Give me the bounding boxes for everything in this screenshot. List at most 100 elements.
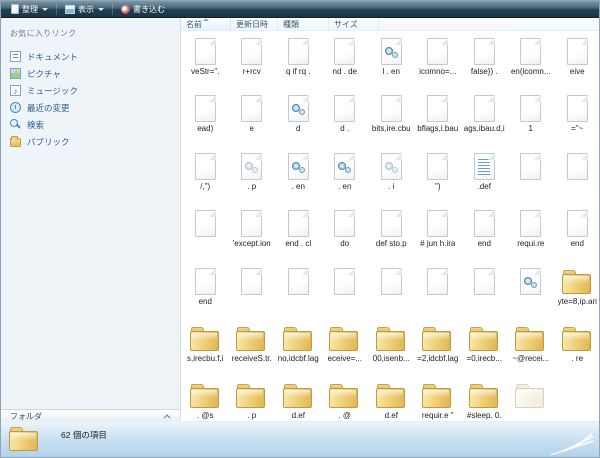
file-item[interactable]: end . cl [275,204,322,261]
burn-label: 書き込む [133,4,165,15]
file-item[interactable]: receiveS.tr. [229,319,276,376]
file-item[interactable]: bflags,i.bau [415,89,462,146]
file-item[interactable]: end [182,262,229,319]
file-item[interactable]: yte=8,ip.ari [554,262,599,319]
document-icon [381,95,402,122]
gear-file-icon [334,153,355,180]
document-icon [474,210,495,237]
sidebar-item-music[interactable]: ♪ミュージック [1,82,180,99]
document-icon [474,95,495,122]
file-item[interactable]: . p [229,376,276,421]
file-item[interactable]: icomno=... [415,32,462,89]
file-item[interactable]: s,irecbu.f,i [182,319,229,376]
file-item[interactable]: false}) . [461,32,508,89]
file-item[interactable]: nd . de [322,32,369,89]
file-item[interactable]: . @ [322,376,369,421]
folder-icon [329,384,360,409]
file-item[interactable]: end [461,204,508,261]
document-icon [334,38,355,65]
file-item[interactable] [322,262,369,319]
file-item[interactable]: ead) [182,89,229,146]
file-item[interactable]: . en [275,147,322,204]
file-item[interactable]: d [275,89,322,146]
file-item[interactable]: veStr=". [182,32,229,89]
file-item[interactable]: d.ef [275,376,322,421]
file-label: yte=8,ip.ari [558,297,597,306]
file-item[interactable]: 1 [508,89,555,146]
document-icon [288,38,309,65]
document-icon [520,95,541,122]
file-item[interactable]: do [322,204,369,261]
views-button[interactable]: 表示 [59,1,110,17]
file-item[interactable]: . en [322,147,369,204]
file-item[interactable] [508,147,555,204]
file-item[interactable]: ~@recei... [508,319,555,376]
file-label: d.ef [292,411,305,420]
file-item[interactable]: . i [368,147,415,204]
file-item[interactable]: end [554,204,599,261]
file-label: ags,ibau.d,i [464,124,505,133]
file-item[interactable] [508,376,555,421]
file-label: r+rcv [243,67,261,76]
file-item[interactable]: 'except.ion [229,204,276,261]
file-item[interactable]: # jun h.ira [415,204,462,261]
file-item[interactable]: . @s [182,376,229,421]
sidebar-item-search[interactable]: 検索 [1,116,180,133]
file-item[interactable]: /,") [182,147,229,204]
file-label: . @s [197,411,214,420]
file-item[interactable]: q if rq . [275,32,322,89]
column-header[interactable]: 名前 [181,18,231,31]
folder-icon [422,327,453,352]
file-item[interactable]: e [229,89,276,146]
burn-button[interactable]: 書き込む [115,1,171,17]
column-header[interactable]: 種類 [278,18,329,31]
file-item[interactable]: eceive=... [322,319,369,376]
file-item[interactable]: ") [415,147,462,204]
folder-icon [515,327,546,352]
sidebar-item-public[interactable]: パブリック [1,133,180,150]
file-item[interactable]: en(icomn... [508,32,555,89]
file-item[interactable] [508,262,555,319]
sidebar-item-pictures[interactable]: ピクチャ [1,65,180,82]
column-header[interactable]: 更新日時 [231,18,278,31]
file-item[interactable] [554,147,599,204]
file-label: bflags,i.bau [417,124,458,133]
file-label: . en [338,182,351,191]
file-item[interactable]: l . en [368,32,415,89]
file-item[interactable] [368,262,415,319]
file-item[interactable]: eive [554,32,599,89]
file-item[interactable] [229,262,276,319]
file-item[interactable]: d.ef [368,376,415,421]
file-item[interactable] [461,262,508,319]
file-item[interactable]: requir.e " [415,376,462,421]
sidebar-item-label: ピクチャ [27,68,61,80]
file-item[interactable] [415,262,462,319]
file-item[interactable]: def sto.p [368,204,415,261]
file-item[interactable]: requi.re [508,204,555,261]
file-label: en(icomn... [511,67,551,76]
file-item[interactable]: bits,ire.cbu [368,89,415,146]
folder-icon [190,384,221,409]
file-item[interactable]: ="~ [554,89,599,146]
file-item[interactable]: r+rcv [229,32,276,89]
file-item[interactable]: 00,isenb... [368,319,415,376]
file-item[interactable]: . re [554,319,599,376]
column-header[interactable]: サイズ [329,18,379,31]
views-icon [65,5,75,14]
sidebar-item-recent[interactable]: 最近の変更 [1,99,180,116]
file-item[interactable]: no,idcbf.lag [275,319,322,376]
file-item[interactable]: =0,irecb... [461,319,508,376]
file-item[interactable]: d . [322,89,369,146]
file-item[interactable]: ags,ibau.d,i [461,89,508,146]
file-item[interactable]: =2,idcbf.lag [415,319,462,376]
file-item[interactable] [182,204,229,261]
file-item[interactable] [275,262,322,319]
sidebar-item-documents[interactable]: ドキュメント [1,48,180,65]
file-item[interactable]: . p [229,147,276,204]
file-item[interactable]: .def [461,147,508,204]
resize-grip[interactable] [541,429,597,455]
organize-button[interactable]: 整理 [5,1,54,17]
toolbar-separator [56,4,57,15]
folder-icon [329,327,360,352]
file-item[interactable]: #sleep. 0. [461,376,508,421]
